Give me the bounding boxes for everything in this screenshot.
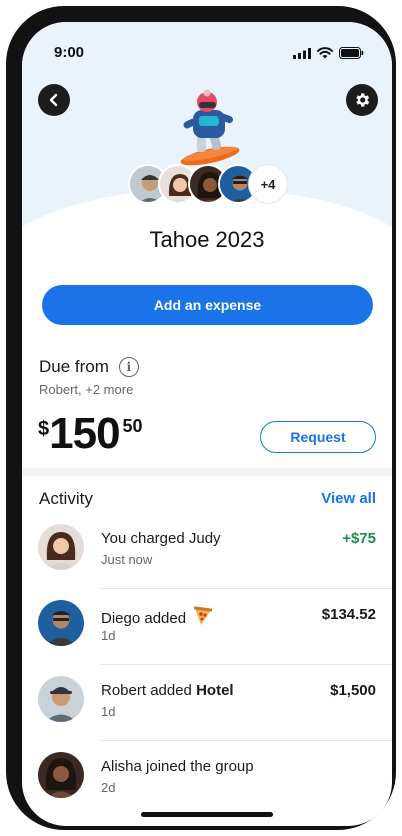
add-expense-button[interactable]: Add an expense (42, 285, 373, 325)
activity-amount: $134.52 (321, 606, 376, 623)
due-from-heading: Due from i (39, 357, 139, 377)
activity-time: 2d (101, 780, 116, 795)
gear-icon (356, 93, 370, 107)
activity-heading: Activity (39, 489, 93, 508)
due-currency: $ (38, 418, 50, 440)
avatar-image (38, 600, 84, 646)
activity-time: 1d (101, 628, 116, 643)
activity-title: Diego added (101, 606, 213, 627)
avatar (38, 676, 84, 722)
section-divider (22, 468, 392, 476)
avatar (38, 524, 84, 570)
due-from-members: Robert, +2 more (39, 382, 134, 397)
view-all-link[interactable]: View all (321, 490, 376, 507)
info-icon[interactable]: i (118, 357, 139, 377)
avatar (38, 752, 84, 798)
status-time: 9:00 (54, 44, 85, 61)
activity-amount: +$75 (342, 530, 376, 547)
activity-title-text: Diego added (101, 610, 187, 627)
app-screen: 9:00 +4 Tahoe 2023 Add an expense Due fr… (22, 22, 392, 826)
snowboarder-illustration (180, 89, 240, 166)
wifi-icon (317, 47, 333, 59)
signal-icon (293, 47, 311, 59)
due-amount-whole: 150 (49, 409, 120, 458)
avatar-image (38, 752, 84, 798)
row-divider (101, 740, 392, 741)
avatar-image (38, 676, 84, 722)
activity-time: 1d (101, 704, 116, 719)
activity-title: You charged Judy (101, 530, 221, 547)
settings-button[interactable] (346, 84, 378, 116)
avatar-image (38, 524, 84, 570)
due-from-label: Due from (39, 357, 109, 376)
request-button[interactable]: Request (260, 421, 376, 453)
activity-amount: $1,500 (330, 682, 376, 699)
activity-title: Alisha joined the group (101, 758, 254, 775)
chevron-left-icon (49, 93, 58, 107)
phone-frame: 9:00 +4 Tahoe 2023 Add an expense Due fr… (6, 6, 396, 830)
more-members-badge[interactable]: +4 (248, 164, 288, 204)
avatar (38, 600, 84, 646)
home-indicator[interactable] (141, 812, 273, 817)
status-icons (293, 47, 364, 59)
group-title: Tahoe 2023 (149, 227, 265, 252)
back-button[interactable] (38, 84, 70, 116)
activity-title-text: Robert added (101, 682, 192, 699)
activity-title-bold: Hotel (196, 682, 234, 699)
due-amount-cents: 50 (122, 416, 143, 436)
activity-time: Just now (101, 552, 153, 567)
row-divider (101, 588, 392, 589)
row-divider (101, 664, 392, 665)
due-amount: $ 150 50 (38, 410, 143, 458)
activity-title: Robert added Hotel (101, 682, 234, 699)
battery-icon (339, 47, 364, 59)
status-bar: 9:00 (22, 44, 392, 64)
pizza-icon (194, 606, 213, 625)
